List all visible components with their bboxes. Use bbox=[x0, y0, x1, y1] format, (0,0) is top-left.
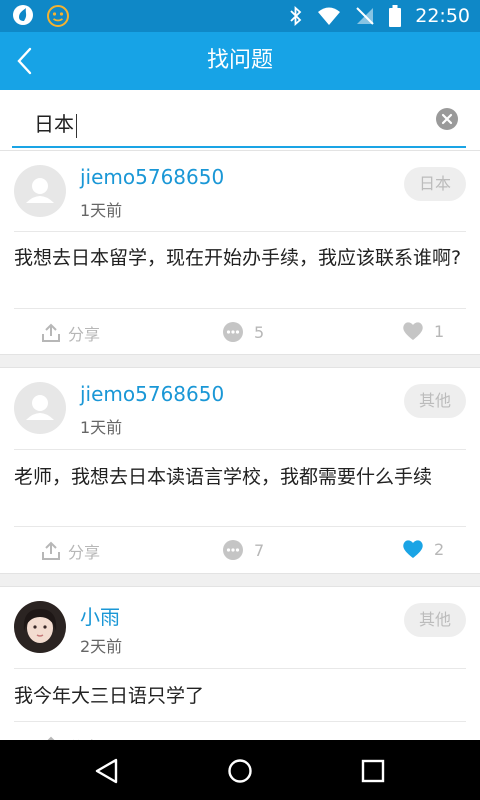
default-avatar-icon bbox=[26, 178, 54, 203]
post-content[interactable]: 我今年大三日语只学了 bbox=[14, 683, 466, 709]
share-label: 分享 bbox=[68, 543, 101, 562]
smiley-notification-icon bbox=[47, 5, 69, 27]
post-card[interactable]: jiemo5768650 1天前 日本 我想去日本留学，现在开始办手续，我应该联… bbox=[0, 150, 480, 355]
system-status: 22:50 bbox=[289, 0, 470, 32]
status-bar: 22:50 bbox=[0, 0, 480, 32]
category-tag[interactable]: 其他 bbox=[404, 384, 466, 418]
comment-button[interactable]: 7 bbox=[222, 539, 264, 561]
app-notification-icon bbox=[13, 5, 33, 25]
page-title: 找问题 bbox=[206, 48, 273, 73]
heart-icon bbox=[403, 322, 423, 340]
clear-search-button[interactable] bbox=[436, 108, 458, 130]
triangle-back-icon bbox=[95, 758, 118, 784]
comment-icon bbox=[223, 322, 243, 342]
bluetooth-icon bbox=[290, 6, 302, 26]
search-input[interactable]: 日本 bbox=[34, 108, 77, 138]
notification-icons bbox=[12, 4, 70, 28]
close-icon bbox=[441, 113, 453, 125]
text-caret bbox=[76, 113, 77, 138]
share-button[interactable]: 分享 bbox=[40, 539, 100, 563]
square-recents-icon bbox=[361, 759, 385, 783]
system-nav-bar bbox=[0, 740, 480, 800]
chevron-left-icon bbox=[17, 47, 32, 75]
search-bar: 日本 bbox=[0, 90, 480, 150]
comment-count: 7 bbox=[254, 540, 265, 560]
username[interactable]: 小雨 bbox=[80, 601, 120, 630]
post-time: 1天前 bbox=[80, 201, 123, 220]
category-tag[interactable]: 其他 bbox=[404, 603, 466, 637]
post-content[interactable]: 老师，我想去日本读语言学校，我都需要什么手续 bbox=[14, 464, 466, 490]
battery-icon bbox=[389, 5, 402, 27]
no-signal-icon bbox=[356, 7, 374, 25]
post-content[interactable]: 我想去日本留学，现在开始办手续，我应该联系谁啊? bbox=[14, 245, 466, 271]
username[interactable]: jiemo5768650 bbox=[80, 165, 224, 189]
nav-back-button[interactable] bbox=[92, 756, 122, 786]
nav-recents-button[interactable] bbox=[358, 756, 388, 786]
username[interactable]: jiemo5768650 bbox=[80, 382, 224, 406]
post-actions: 分享 5 1 bbox=[0, 309, 480, 355]
heart-icon bbox=[403, 540, 423, 558]
like-button[interactable]: 2 bbox=[402, 539, 444, 559]
comment-icon bbox=[223, 540, 243, 560]
nav-home-button[interactable] bbox=[225, 756, 255, 786]
user-photo-avatar bbox=[14, 601, 66, 653]
search-underline bbox=[12, 146, 466, 148]
share-button[interactable]: 分享 bbox=[40, 321, 100, 345]
back-button[interactable] bbox=[14, 46, 54, 78]
comment-count: 5 bbox=[254, 322, 265, 342]
wifi-icon bbox=[318, 7, 341, 25]
search-value: 日本 bbox=[34, 112, 74, 136]
category-tag[interactable]: 日本 bbox=[404, 167, 466, 201]
post-card[interactable]: jiemo5768650 1天前 其他 老师，我想去日本读语言学校，我都需要什么… bbox=[0, 367, 480, 574]
circle-home-icon bbox=[228, 759, 252, 783]
like-count: 1 bbox=[434, 321, 445, 341]
like-count: 2 bbox=[434, 539, 445, 559]
avatar[interactable] bbox=[14, 165, 66, 217]
divider bbox=[14, 668, 466, 669]
comment-button[interactable]: 5 bbox=[222, 321, 264, 343]
avatar[interactable] bbox=[14, 382, 66, 434]
like-button[interactable]: 1 bbox=[402, 321, 444, 341]
post-actions: 分享 7 2 bbox=[0, 527, 480, 573]
post-time: 2天前 bbox=[80, 637, 123, 656]
share-icon bbox=[42, 323, 60, 342]
app-bar: 找问题 bbox=[0, 32, 480, 90]
avatar[interactable] bbox=[14, 601, 66, 653]
share-icon bbox=[42, 541, 60, 560]
post-card[interactable]: 小雨 2天前 其他 我今年大三日语只学了 分享 bbox=[0, 586, 480, 758]
post-time: 1天前 bbox=[80, 418, 123, 437]
clock: 22:50 bbox=[415, 5, 470, 27]
default-avatar-icon bbox=[26, 395, 54, 420]
divider bbox=[14, 231, 466, 232]
share-label: 分享 bbox=[68, 325, 101, 344]
divider bbox=[14, 449, 466, 450]
